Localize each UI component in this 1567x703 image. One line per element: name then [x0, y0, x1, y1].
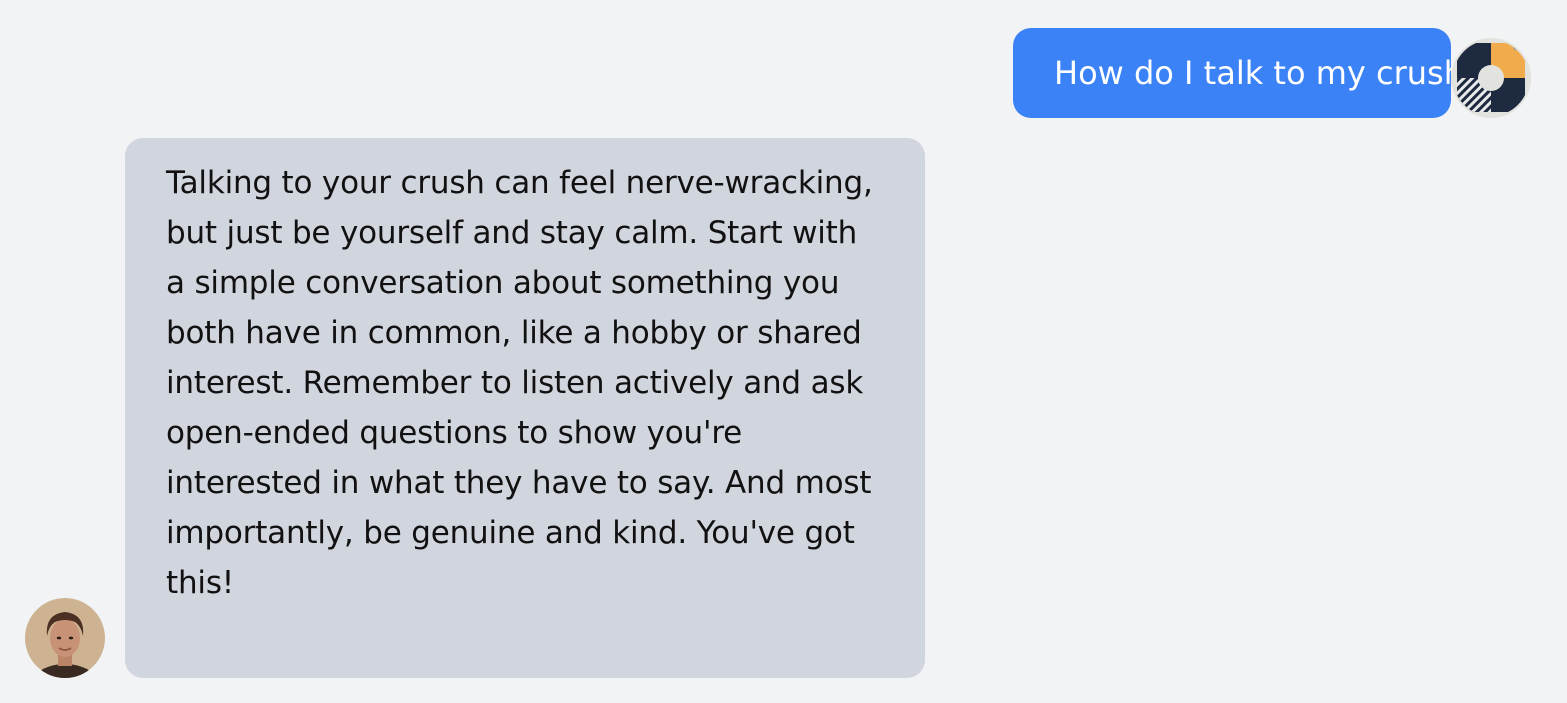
user-avatar-icon[interactable]: [1451, 38, 1531, 118]
user-message-row: How do I talk to my crush?: [1013, 28, 1531, 118]
assistant-message-bubble: Talking to your crush can feel nerve-wra…: [125, 138, 925, 678]
assistant-message-row: Talking to your crush can feel nerve-wra…: [25, 138, 925, 678]
assistant-avatar[interactable]: [25, 598, 105, 678]
user-message-bubble: How do I talk to my crush?: [1013, 28, 1481, 118]
chat-thread: How do I talk to my crush? Talking to yo…: [0, 0, 1567, 703]
